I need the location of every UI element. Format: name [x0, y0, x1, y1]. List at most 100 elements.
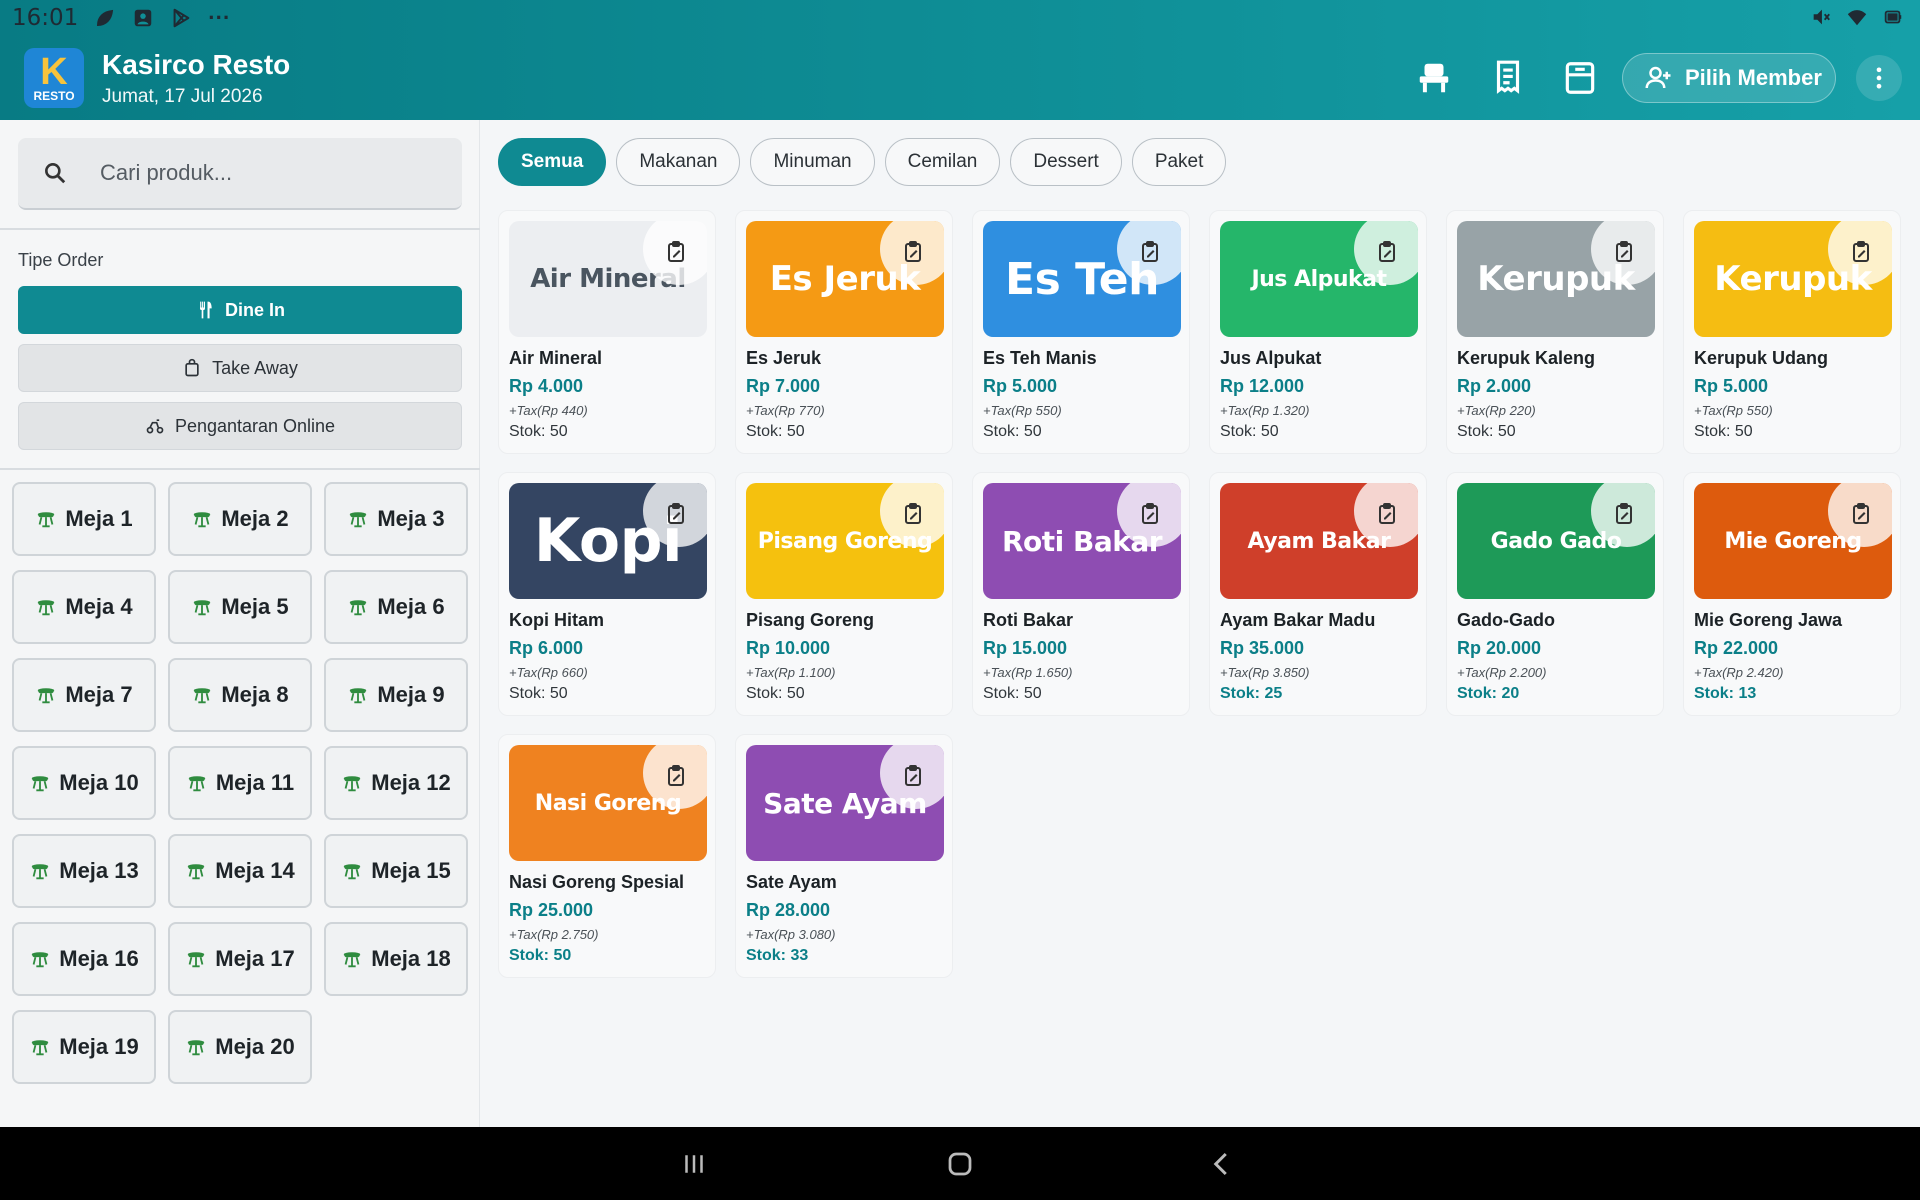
product-price: Rp 10.000: [746, 638, 831, 658]
choose-member-button[interactable]: Pilih Member: [1622, 53, 1836, 103]
table-button[interactable]: Meja 10: [12, 746, 156, 820]
app-logo: K RESTO: [24, 48, 84, 108]
table-icon: [188, 776, 206, 792]
product-card[interactable]: Sate Ayam Sate Ayam Rp 28.000 +Tax(Rp 3.080…: [735, 734, 953, 978]
table-button[interactable]: Meja 19: [12, 1010, 156, 1084]
back-icon[interactable]: [1205, 1147, 1239, 1181]
table-button[interactable]: Meja 4: [12, 570, 156, 644]
home-icon[interactable]: [943, 1147, 977, 1181]
product-image: Air Mineral: [509, 221, 707, 337]
table-label: Meja 7: [65, 682, 133, 707]
table-icon: [350, 600, 367, 616]
table-button[interactable]: Meja 2: [168, 482, 312, 556]
product-price: Rp 7.000: [746, 376, 821, 396]
category-tab[interactable]: Cemilan: [884, 138, 1001, 186]
product-image: Kerupuk: [1694, 221, 1892, 337]
table-icon: [38, 688, 55, 704]
category-tab[interactable]: Dessert: [1010, 138, 1122, 186]
table-button[interactable]: Meja 7: [12, 658, 156, 732]
table-button[interactable]: Meja 16: [12, 922, 156, 996]
product-stock: Stok: 50: [1457, 423, 1516, 440]
product-card[interactable]: Ayam Bakar Ayam Bakar Madu Rp 35.000 +Tax(R…: [1209, 472, 1427, 716]
product-stock: Stok: 50: [983, 685, 1042, 702]
table-seat-icon[interactable]: [1412, 56, 1456, 100]
product-tax: +Tax(Rp 220): [1457, 403, 1536, 418]
table-button[interactable]: Meja 3: [324, 482, 468, 556]
edit-clipboard-icon: [905, 241, 921, 262]
product-search[interactable]: [18, 138, 462, 210]
left-panel: Tipe Order Dine In Take Away Pengantaran…: [0, 120, 480, 1127]
product-tax: +Tax(Rp 1.650): [983, 665, 1073, 680]
table-button[interactable]: Meja 8: [168, 658, 312, 732]
table-icon: [188, 952, 205, 968]
product-name: Ayam Bakar Madu: [1220, 610, 1376, 630]
app-bar: 16:01 ··· K RESTO Kasirco Resto Jumat, 1…: [0, 0, 1920, 120]
table-label: Meja 6: [377, 594, 445, 619]
product-card[interactable]: Air Mineral Air Mineral Rp 4.000 +Tax(Rp 44…: [498, 210, 716, 454]
product-price: Rp 5.000: [983, 376, 1058, 396]
edit-clipboard-icon: [1616, 503, 1632, 524]
order-take-away-label: Take Away: [212, 357, 298, 378]
more-options-button[interactable]: [1856, 55, 1902, 101]
table-button[interactable]: Meja 6: [324, 570, 468, 644]
cash-drawer-icon[interactable]: [1558, 56, 1602, 100]
product-card[interactable]: Kopi Kopi Hitam Rp 6.000 +Tax(Rp 660) Stok: …: [498, 472, 716, 716]
table-label: Meja 18: [371, 946, 451, 971]
more-vert-icon: [1876, 67, 1882, 89]
status-more-icon: ···: [208, 5, 231, 30]
table-button[interactable]: Meja 13: [12, 834, 156, 908]
product-card[interactable]: Gado Gado Gado-Gado Rp 20.000 +Tax(Rp 2.200…: [1446, 472, 1664, 716]
category-tabs: Semua Makanan Minuman Cemilan Dessert Paket: [498, 138, 1227, 186]
table-button[interactable]: Meja 11: [168, 746, 312, 820]
product-stock: Stok: 50: [509, 423, 568, 440]
recents-icon[interactable]: [677, 1147, 711, 1181]
table-button[interactable]: Meja 5: [168, 570, 312, 644]
play-store-icon: [173, 8, 190, 28]
product-image: Kerupuk: [1457, 221, 1655, 337]
product-card[interactable]: Jus Alpukat Jus Alpukat Rp 12.000 +Tax(Rp 1…: [1209, 210, 1427, 454]
product-card[interactable]: Nasi Goreng Nasi Goreng Spesial Rp 25.000 +…: [498, 734, 716, 978]
status-bar: 16:01 ···: [0, 0, 1920, 36]
bag-icon: [185, 358, 199, 377]
table-button[interactable]: Meja 18: [324, 922, 468, 996]
product-card[interactable]: Pisang Goreng Pisang Goreng Rp 10.000 +Tax(…: [735, 472, 953, 716]
product-card[interactable]: Mie Goreng Mie Goreng Jawa Rp 22.000 +Tax(R…: [1683, 472, 1901, 716]
product-price: Rp 2.000: [1457, 376, 1532, 396]
table-button[interactable]: Meja 14: [168, 834, 312, 908]
category-tab[interactable]: Makanan: [616, 138, 741, 186]
table-button[interactable]: Meja 17: [168, 922, 312, 996]
table-icon: [32, 864, 49, 880]
product-card[interactable]: Kerupuk Kerupuk Udang Rp 5.000 +Tax(Rp 550)…: [1683, 210, 1901, 454]
edit-clipboard-icon: [1142, 241, 1158, 262]
category-tab[interactable]: Paket: [1131, 138, 1227, 186]
table-icon: [32, 952, 49, 968]
table-button[interactable]: Meja 20: [168, 1010, 312, 1084]
table-button[interactable]: Meja 15: [324, 834, 468, 908]
product-card[interactable]: Kerupuk Kerupuk Kaleng Rp 2.000 +Tax(Rp 220…: [1446, 210, 1664, 454]
table-grid: Meja 1 Meja 2 Meja 3 Meja 4 Meja 5 Meja 6 Meja…: [12, 482, 468, 1084]
system-nav-bar: [0, 1127, 1920, 1200]
category-tab[interactable]: Minuman: [750, 138, 875, 186]
table-icon: [32, 776, 49, 792]
table-icon: [188, 1040, 205, 1056]
product-stock: Stok: 50: [746, 685, 805, 702]
product-image: Sate Ayam: [746, 745, 944, 861]
product-card[interactable]: Es Jeruk Es Jeruk Rp 7.000 +Tax(Rp 770) Stok…: [735, 210, 953, 454]
product-card[interactable]: Es Teh Es Teh Manis Rp 5.000 +Tax(Rp 550) St…: [972, 210, 1190, 454]
gallery-icon: [135, 9, 152, 27]
table-button[interactable]: Meja 9: [324, 658, 468, 732]
edit-clipboard-icon: [1142, 503, 1158, 524]
receipt-icon[interactable]: [1486, 56, 1530, 100]
category-tab[interactable]: Semua: [498, 138, 607, 186]
search-input[interactable]: [100, 160, 430, 186]
table-button[interactable]: Meja 12: [324, 746, 468, 820]
order-online-delivery-button[interactable]: Pengantaran Online: [18, 402, 462, 450]
table-label: Meja 16: [59, 946, 139, 971]
order-take-away-button[interactable]: Take Away: [18, 344, 462, 392]
edit-clipboard-icon: [1616, 241, 1632, 262]
product-name: Kopi Hitam: [509, 610, 605, 630]
table-button[interactable]: Meja 1: [12, 482, 156, 556]
product-card[interactable]: Roti Bakar Roti Bakar Rp 15.000 +Tax(Rp 1.6…: [972, 472, 1190, 716]
product-image: Nasi Goreng: [509, 745, 707, 861]
order-dine-in-button[interactable]: Dine In: [18, 286, 462, 334]
